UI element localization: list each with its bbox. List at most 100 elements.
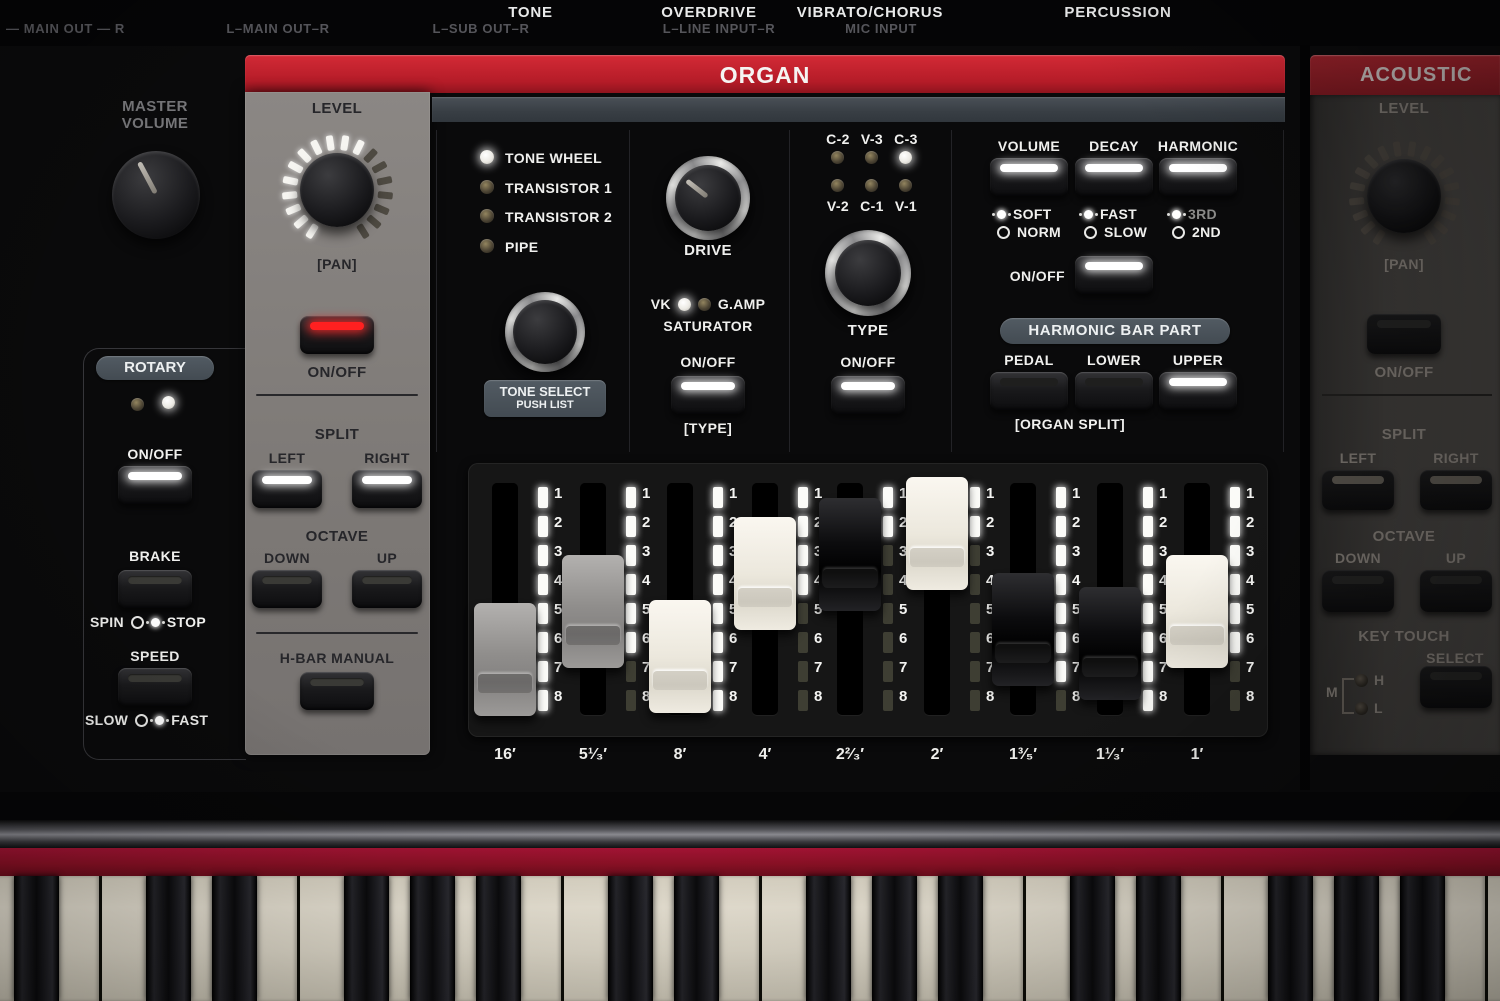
rotary-section-title: ROTARY <box>96 356 214 380</box>
organ-on-off-button[interactable] <box>300 316 374 354</box>
percussion-decay-label: DECAY <box>1069 138 1159 154</box>
organ-octave-down-button[interactable] <box>252 570 322 608</box>
black-key[interactable] <box>344 876 389 1001</box>
acoustic-split-right-button[interactable] <box>1420 470 1492 510</box>
led-ring-tick <box>1363 153 1378 169</box>
drawbar-led-segment <box>883 661 893 682</box>
acoustic-octave-down-button[interactable] <box>1322 570 1394 612</box>
drawbar-led-segment <box>1056 516 1066 537</box>
overdrive-on-off-button[interactable] <box>671 376 745 414</box>
vk-led <box>678 298 691 311</box>
tone-select-knob[interactable] <box>513 300 577 364</box>
black-key[interactable] <box>938 876 983 1001</box>
rotary-brake-button[interactable] <box>118 570 192 608</box>
drawbar-handle[interactable] <box>1166 555 1228 668</box>
vibrato-on-off-button[interactable] <box>831 376 905 414</box>
hbar-manual-button[interactable] <box>300 672 374 710</box>
black-key[interactable] <box>1400 876 1445 1001</box>
white-key[interactable] <box>1488 876 1500 1001</box>
organ-octave-up-label: UP <box>352 550 422 566</box>
upper-button[interactable] <box>1159 372 1237 410</box>
drawbar-led-segment <box>1056 690 1066 711</box>
drawbar-led-segment <box>1230 661 1240 682</box>
rotary-spin-stop-row: SPIN STOP <box>90 614 206 630</box>
vibrato-led-c1 <box>865 179 878 192</box>
overdrive-type-label: [TYPE] <box>658 420 758 436</box>
master-volume-knob[interactable] <box>112 151 200 239</box>
vibrato-type-knob[interactable] <box>835 240 901 306</box>
black-key[interactable] <box>1268 876 1313 1001</box>
drawbar-led-segment <box>626 487 636 508</box>
drawbar-handle[interactable] <box>649 600 711 713</box>
pedal-button[interactable] <box>990 372 1068 410</box>
drawbar-led-segment <box>626 690 636 711</box>
led-ring-tick <box>1444 197 1460 205</box>
drawbar-led-number: 1 <box>729 485 737 502</box>
percussion-on-off-led <box>1085 262 1143 270</box>
percussion-harmonic-button[interactable] <box>1159 158 1237 196</box>
drawbar-led-segment <box>970 516 980 537</box>
gamp-led <box>698 298 711 311</box>
tone-wheel-led <box>480 150 494 164</box>
black-key[interactable] <box>1070 876 1115 1001</box>
drive-knob[interactable] <box>675 165 741 231</box>
drawbar-led-number: 8 <box>1159 688 1167 705</box>
lower-led <box>1085 378 1143 386</box>
black-key[interactable] <box>806 876 851 1001</box>
rotary-brake-led <box>128 576 182 584</box>
drawbar-led-segment <box>1056 661 1066 682</box>
rotary-on-off-button[interactable] <box>118 466 192 504</box>
black-key[interactable] <box>1334 876 1379 1001</box>
drawbar-led-number: 6 <box>814 630 822 647</box>
keyboard <box>0 876 1500 1001</box>
organ-section-header: ORGAN <box>245 55 1285 93</box>
black-key[interactable] <box>146 876 191 1001</box>
black-key[interactable] <box>476 876 521 1001</box>
acoustic-octave-up-button[interactable] <box>1420 570 1492 612</box>
drawbar-led-segment <box>713 516 723 537</box>
hbar-manual-label: H-BAR MANUAL <box>277 650 397 666</box>
drawbar-led-segment <box>1143 545 1153 566</box>
organ-split-left-button[interactable] <box>252 470 322 508</box>
drawbar-led-segment <box>1056 545 1066 566</box>
organ-split-right-led <box>362 476 412 484</box>
drawbar-led-number: 3 <box>986 543 994 560</box>
black-key[interactable] <box>410 876 455 1001</box>
drawbar-led-segment <box>883 545 893 566</box>
percussion-decay-button[interactable] <box>1075 158 1153 196</box>
black-key[interactable] <box>1136 876 1181 1001</box>
drawbar-handle[interactable] <box>734 517 796 630</box>
organ-octave-up-led <box>362 576 412 584</box>
drawbar-handle[interactable] <box>992 573 1054 686</box>
drawbar-led-number: 7 <box>899 659 907 676</box>
black-key[interactable] <box>212 876 257 1001</box>
drawbar-led-segment <box>883 516 893 537</box>
drawbar-handle[interactable] <box>906 477 968 590</box>
vibrato-on-off-led <box>841 382 895 390</box>
drawbar-handle[interactable] <box>562 555 624 668</box>
transistor1-led <box>480 180 494 194</box>
drawbar-handle[interactable] <box>819 498 881 611</box>
lower-button[interactable] <box>1075 372 1153 410</box>
drawbar-led-segment <box>626 516 636 537</box>
drawbar-handle[interactable] <box>474 603 536 716</box>
saturator-select-row: VK G.AMP <box>628 296 788 312</box>
acoustic-level-knob[interactable] <box>1367 159 1441 233</box>
drawbar-led-number: 8 <box>729 688 737 705</box>
percussion-on-off-button[interactable] <box>1075 256 1153 294</box>
organ-split-right-button[interactable] <box>352 470 422 508</box>
black-key[interactable] <box>872 876 917 1001</box>
organ-level-knob[interactable] <box>300 153 374 227</box>
percussion-volume-button[interactable] <box>990 158 1068 196</box>
organ-octave-up-button[interactable] <box>352 570 422 608</box>
acoustic-split-left-button[interactable] <box>1322 470 1394 510</box>
drawbar-handle[interactable] <box>1079 587 1141 700</box>
black-key[interactable] <box>674 876 719 1001</box>
black-key[interactable] <box>14 876 59 1001</box>
black-key[interactable] <box>608 876 653 1001</box>
led-ring-tick <box>287 160 304 173</box>
drawbar-led-segment <box>1056 574 1066 595</box>
acoustic-on-off-button[interactable] <box>1367 314 1441 354</box>
rotary-speed-button[interactable] <box>118 668 192 706</box>
key-touch-select-button[interactable] <box>1420 666 1492 708</box>
